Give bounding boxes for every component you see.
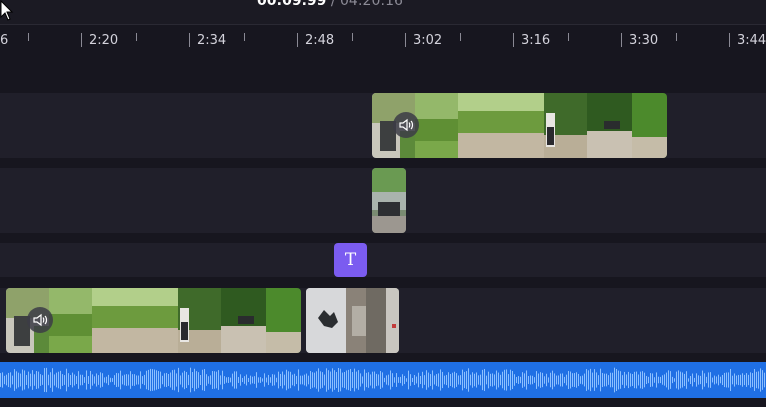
time-separator: /: [326, 0, 340, 9]
audio-waveform: [0, 367, 765, 393]
ruler-label: 3:44: [737, 33, 766, 48]
volume-icon[interactable]: [393, 112, 419, 138]
ruler-label: 3:02: [413, 33, 443, 48]
current-time: 00:09.99: [257, 0, 327, 9]
video-thumbnails: [306, 288, 399, 353]
video-thumbnail: [372, 168, 406, 233]
ruler-tick: [352, 33, 353, 41]
ruler-label: 3:16: [521, 33, 551, 48]
ruler-label: 3:30: [629, 33, 659, 48]
ruler-tick: [189, 33, 190, 47]
video-clip[interactable]: [372, 168, 406, 233]
ruler-tick: [621, 33, 622, 47]
ruler-label: 2:34: [197, 33, 227, 48]
timeline-track[interactable]: [0, 243, 766, 277]
audio-track[interactable]: [0, 362, 766, 398]
ruler-tick: [460, 33, 461, 41]
ruler-tick: [676, 33, 677, 41]
ruler-tick: [28, 33, 29, 41]
ruler-tick: [81, 33, 82, 47]
video-clip[interactable]: [306, 288, 399, 353]
ruler-label: 6: [0, 33, 9, 48]
ruler-tick: [136, 33, 137, 41]
text-clip[interactable]: T: [334, 243, 367, 277]
ruler-tick: [568, 33, 569, 41]
ruler-tick: [729, 33, 730, 47]
ruler-tick: [297, 33, 298, 47]
ruler-label: 2:48: [305, 33, 335, 48]
video-clip[interactable]: [6, 288, 301, 353]
playback-bar: 00:09.99 / 04:20:16: [0, 0, 766, 24]
timeline-ruler[interactable]: 6 2:20 2:34 2:48 3:02 3:16 3:30 3:44: [0, 24, 766, 57]
mouse-cursor-icon: [0, 0, 14, 21]
ruler-tick: [244, 33, 245, 41]
ruler-tick: [513, 33, 514, 47]
ruler-tick: [405, 33, 406, 47]
volume-icon[interactable]: [27, 307, 53, 333]
total-duration: 04:20:16: [340, 0, 403, 9]
ruler-label: 2:20: [89, 33, 119, 48]
video-clip[interactable]: [372, 93, 667, 158]
time-display: 00:09.99 / 04:20:16: [257, 0, 403, 9]
